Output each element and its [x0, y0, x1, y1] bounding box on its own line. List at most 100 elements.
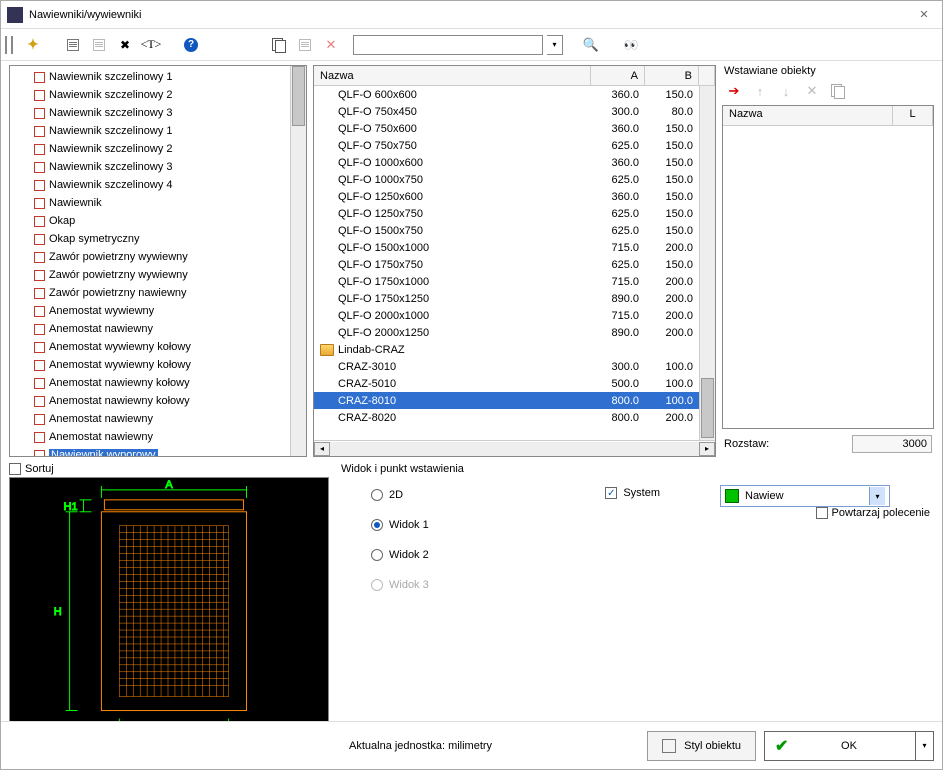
- copy-button-side[interactable]: [830, 83, 846, 99]
- tree-item[interactable]: Anemostat wywiewny: [28, 302, 306, 320]
- scroll-thumb[interactable]: [701, 378, 714, 438]
- tree-checkbox[interactable]: [34, 270, 45, 281]
- tree-checkbox[interactable]: [34, 144, 45, 155]
- side-col-l[interactable]: L: [893, 106, 933, 125]
- view-radio-1[interactable]: Widok 1: [371, 519, 545, 531]
- tree-item[interactable]: Zawór powietrzny nawiewny: [28, 284, 306, 302]
- tree-item[interactable]: Anemostat nawiewny: [28, 320, 306, 338]
- tree-item[interactable]: Anemostat wywiewny kołowy: [28, 338, 306, 356]
- tree-checkbox[interactable]: [34, 126, 45, 137]
- tree-checkbox[interactable]: [34, 72, 45, 83]
- scroll-left[interactable]: ◂: [314, 442, 330, 456]
- tree-item[interactable]: Nawiewnik szczelinowy 4: [28, 176, 306, 194]
- tree-item[interactable]: Zawór powietrzny wywiewny: [28, 248, 306, 266]
- insert-button[interactable]: ➔: [726, 83, 742, 99]
- tree-item[interactable]: Okap: [28, 212, 306, 230]
- scroll-right[interactable]: ▸: [699, 442, 715, 456]
- list-button-1[interactable]: [61, 33, 85, 57]
- grid-row[interactable]: QLF-O 2000x1000715.0200.0: [314, 307, 715, 324]
- move-down-button[interactable]: ↓: [778, 83, 794, 99]
- grid-hscrollbar[interactable]: ◂ ▸: [314, 440, 715, 456]
- list-button-3[interactable]: [293, 33, 317, 57]
- tree-item[interactable]: Nawiewnik szczelinowy 2: [28, 140, 306, 158]
- tree-item[interactable]: Nawiewnik szczelinowy 3: [28, 104, 306, 122]
- tree-item[interactable]: Okap symetryczny: [28, 230, 306, 248]
- sort-checkbox[interactable]: [9, 463, 21, 475]
- move-up-button[interactable]: ↑: [752, 83, 768, 99]
- system-combo[interactable]: Nawiew ▾: [720, 485, 890, 507]
- tree-checkbox[interactable]: [34, 342, 45, 353]
- tree-checkbox[interactable]: [34, 162, 45, 173]
- grid-row[interactable]: QLF-O 750x600360.0150.0: [314, 120, 715, 137]
- search-input[interactable]: [353, 35, 543, 55]
- grid-row[interactable]: QLF-O 1000x600360.0150.0: [314, 154, 715, 171]
- tree-checkbox[interactable]: [34, 396, 45, 407]
- tree-item[interactable]: Nawiewnik wyporowy: [28, 446, 306, 457]
- tree-checkbox[interactable]: [34, 252, 45, 263]
- tree-item[interactable]: Anemostat nawiewny kołowy: [28, 374, 306, 392]
- tree-scrollbar[interactable]: [290, 66, 306, 456]
- grid-group-row[interactable]: Lindab-CRAZ: [314, 341, 715, 358]
- tree-checkbox[interactable]: [34, 432, 45, 443]
- view-radio-0[interactable]: 2D: [371, 489, 545, 501]
- tree-checkbox[interactable]: [34, 324, 45, 335]
- grid-row[interactable]: QLF-O 1250x600360.0150.0: [314, 188, 715, 205]
- view-radio-2[interactable]: Widok 2: [371, 549, 545, 561]
- scroll-thumb[interactable]: [292, 66, 305, 126]
- grid-row[interactable]: QLF-O 2000x1250890.0200.0: [314, 324, 715, 341]
- copy-button[interactable]: [267, 33, 291, 57]
- tree-checkbox[interactable]: [34, 306, 45, 317]
- tree-checkbox[interactable]: [34, 378, 45, 389]
- grid-row[interactable]: QLF-O 1750x1250890.0200.0: [314, 290, 715, 307]
- search-history-dropdown[interactable]: ▾: [547, 35, 563, 55]
- close-button[interactable]: ✕: [912, 5, 936, 25]
- tree-checkbox[interactable]: [34, 234, 45, 245]
- system-checkbox[interactable]: [605, 487, 617, 499]
- grid-row[interactable]: QLF-O 1750x1000715.0200.0: [314, 273, 715, 290]
- grid-row[interactable]: QLF-O 1500x750625.0150.0: [314, 222, 715, 239]
- spacing-input[interactable]: [852, 435, 932, 453]
- find-all-button[interactable]: 👀: [619, 33, 643, 57]
- grid-row[interactable]: CRAZ-8020800.0200.0: [314, 409, 715, 426]
- grid-vscrollbar[interactable]: [699, 86, 715, 440]
- tools-button[interactable]: ✖: [113, 33, 137, 57]
- tree-item[interactable]: Zawór powietrzny wywiewny: [28, 266, 306, 284]
- side-col-name[interactable]: Nazwa: [723, 106, 893, 125]
- col-header-a[interactable]: A: [591, 66, 645, 85]
- tree-checkbox[interactable]: [34, 216, 45, 227]
- text-style-button[interactable]: <T>: [139, 33, 163, 57]
- list-button-2[interactable]: [87, 33, 111, 57]
- col-header-b[interactable]: B: [645, 66, 699, 85]
- grid-row[interactable]: CRAZ-3010300.0100.0: [314, 358, 715, 375]
- grid-row[interactable]: QLF-O 1750x750625.0150.0: [314, 256, 715, 273]
- tree-item[interactable]: Nawiewnik szczelinowy 2: [28, 86, 306, 104]
- grid-row[interactable]: CRAZ-5010500.0100.0: [314, 375, 715, 392]
- object-style-button[interactable]: Styl obiektu: [647, 731, 756, 761]
- inserted-grid[interactable]: Nazwa L: [722, 105, 934, 429]
- grid-row[interactable]: QLF-O 750x450300.080.0: [314, 103, 715, 120]
- preview-viewport[interactable]: A H1 H A1: [9, 477, 329, 721]
- grid-row[interactable]: QLF-O 1250x750625.0150.0: [314, 205, 715, 222]
- grid-row[interactable]: QLF-O 1000x750625.0150.0: [314, 171, 715, 188]
- grid-row[interactable]: QLF-O 750x750625.0150.0: [314, 137, 715, 154]
- tree-item[interactable]: Anemostat wywiewny kołowy: [28, 356, 306, 374]
- repeat-checkbox[interactable]: [816, 507, 828, 519]
- tree-item[interactable]: Nawiewnik szczelinowy 1: [28, 68, 306, 86]
- tree-item[interactable]: Nawiewnik szczelinowy 1: [28, 122, 306, 140]
- remove-button[interactable]: ✕: [804, 83, 820, 99]
- tree-item[interactable]: Anemostat nawiewny: [28, 428, 306, 446]
- tree-checkbox[interactable]: [34, 90, 45, 101]
- tree-item[interactable]: Nawiewnik: [28, 194, 306, 212]
- tree-checkbox[interactable]: [34, 198, 45, 209]
- add-button[interactable]: ✦: [21, 33, 45, 57]
- tree-checkbox[interactable]: [34, 360, 45, 371]
- ok-button[interactable]: ✔ OK ▾: [764, 731, 934, 761]
- tree-checkbox[interactable]: [34, 450, 45, 458]
- help-button[interactable]: ?: [179, 33, 203, 57]
- tree-checkbox[interactable]: [34, 180, 45, 191]
- find-button[interactable]: 🔍: [579, 33, 603, 57]
- delete-button[interactable]: ✕: [319, 33, 343, 57]
- tree-checkbox[interactable]: [34, 288, 45, 299]
- grid-body[interactable]: QLF-O 600x600360.0150.0QLF-O 750x450300.…: [314, 86, 715, 440]
- tree-checkbox[interactable]: [34, 414, 45, 425]
